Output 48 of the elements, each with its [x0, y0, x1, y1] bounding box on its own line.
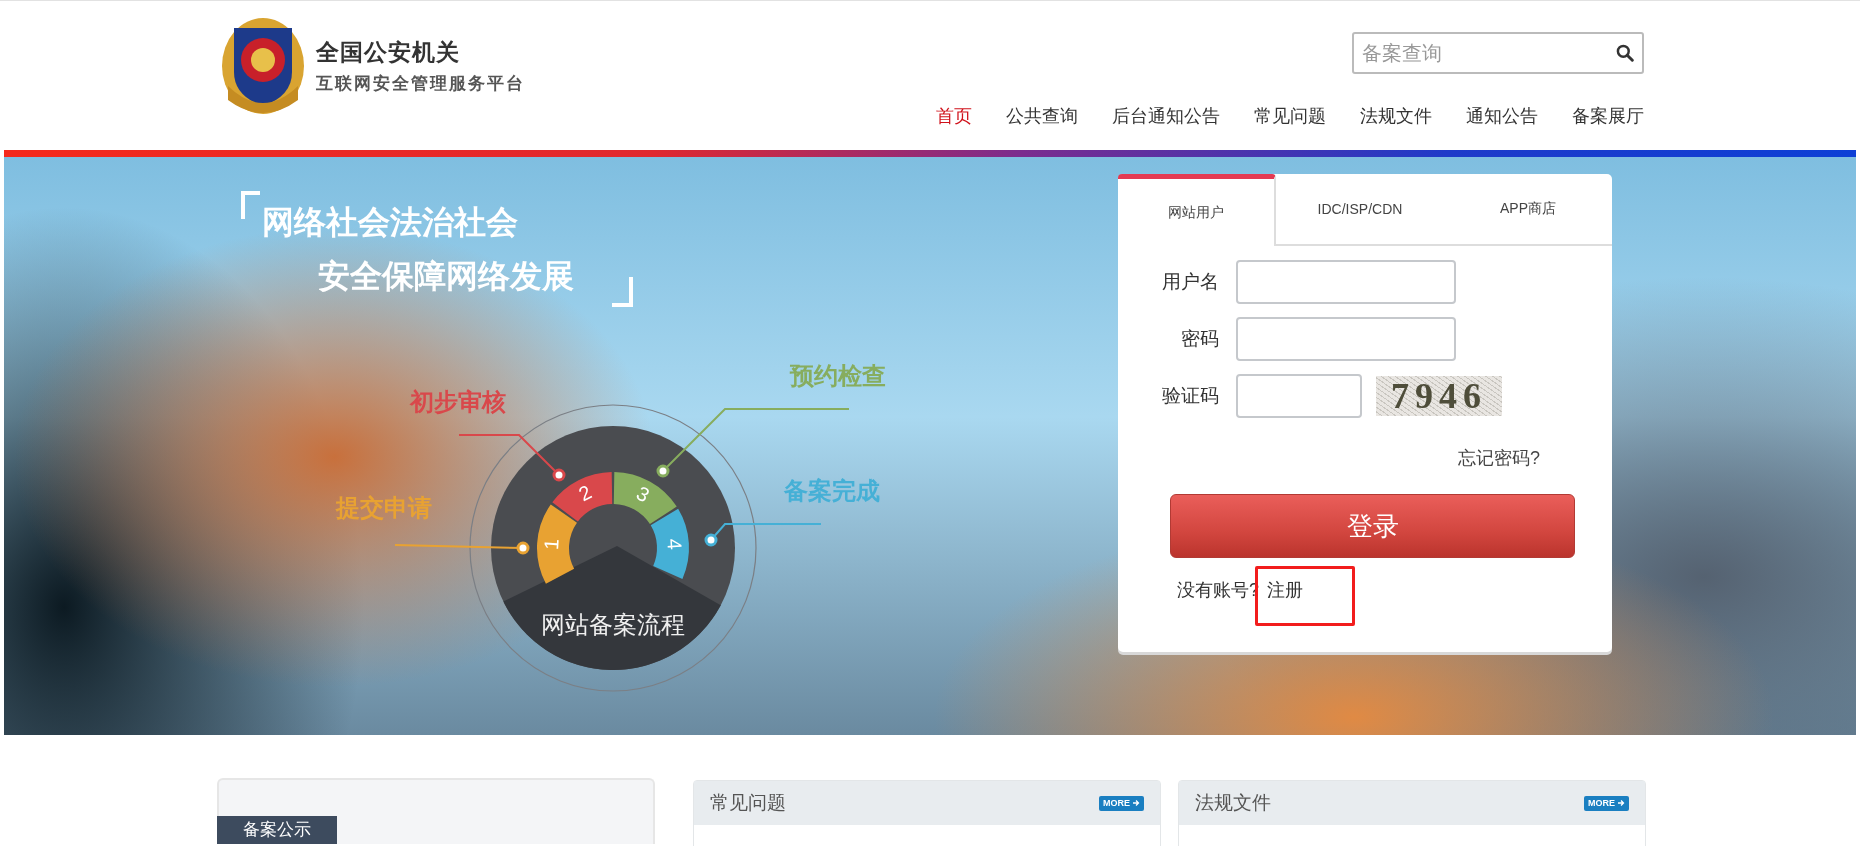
- section-title: 常见问题: [710, 791, 786, 815]
- captcha-field[interactable]: [1236, 374, 1362, 418]
- more-button[interactable]: MORE: [1099, 795, 1144, 811]
- nav-link[interactable]: 公共查询: [1006, 100, 1078, 132]
- nav-link[interactable]: 通知公告: [1466, 100, 1538, 132]
- login-tab[interactable]: IDC/ISP/CDN: [1276, 174, 1444, 246]
- login-button[interactable]: 登录: [1170, 494, 1575, 558]
- search-field[interactable]: 备案查询: [1352, 32, 1644, 74]
- login-tab[interactable]: APP商店: [1444, 174, 1612, 246]
- nav-link[interactable]: 法规文件: [1360, 100, 1432, 132]
- nav-link[interactable]: 备案展厅: [1572, 100, 1644, 132]
- corner-bracket-icon: [241, 191, 260, 219]
- section-title: 法规文件: [1195, 791, 1271, 815]
- step-number: 1: [540, 538, 563, 551]
- more-button[interactable]: MORE: [1584, 795, 1629, 811]
- step-label: 初步审核: [410, 388, 506, 415]
- login-tab[interactable]: 网站用户: [1118, 174, 1276, 246]
- nav-link[interactable]: 后台通知公告: [1112, 100, 1220, 132]
- field-label: 用户名: [1161, 270, 1220, 294]
- step-dot: [552, 468, 566, 482]
- section-tab[interactable]: 备案公示: [217, 816, 337, 844]
- captcha-image[interactable]: 7946: [1376, 376, 1502, 416]
- arrow-icon: [1617, 799, 1625, 807]
- step-number: 2: [575, 480, 595, 506]
- slogan-text: 安全保障网络发展: [318, 258, 574, 294]
- forgot-password-link[interactable]: 忘记密码?: [1458, 446, 1540, 470]
- step-dot: [656, 464, 670, 478]
- logo-title: 全国公安机关: [316, 38, 461, 67]
- register-link[interactable]: 注册: [1267, 578, 1303, 602]
- username-field[interactable]: [1236, 260, 1456, 304]
- step-number: 3: [632, 481, 654, 507]
- logo-subtitle: 互联网安全管理服务平台: [316, 73, 525, 95]
- step-number: 4: [663, 538, 686, 551]
- step-label: 预约检查: [790, 362, 886, 389]
- police-emblem-icon: [220, 16, 306, 116]
- arrow-icon: [1132, 799, 1140, 807]
- field-label: 验证码: [1161, 384, 1220, 408]
- step-label: 备案完成: [784, 477, 880, 504]
- slogan-text: 网络社会法治社会: [262, 204, 518, 240]
- step-dot: [516, 541, 530, 555]
- field-label: 密码: [1180, 327, 1220, 351]
- step-dot: [704, 533, 718, 547]
- process-title: 网站备案流程: [541, 611, 685, 638]
- corner-bracket-icon: [612, 277, 633, 307]
- search-icon[interactable]: [1616, 44, 1634, 62]
- nav-link[interactable]: 首页: [936, 100, 972, 132]
- password-field[interactable]: [1236, 317, 1456, 361]
- nav-link[interactable]: 常见问题: [1254, 100, 1326, 132]
